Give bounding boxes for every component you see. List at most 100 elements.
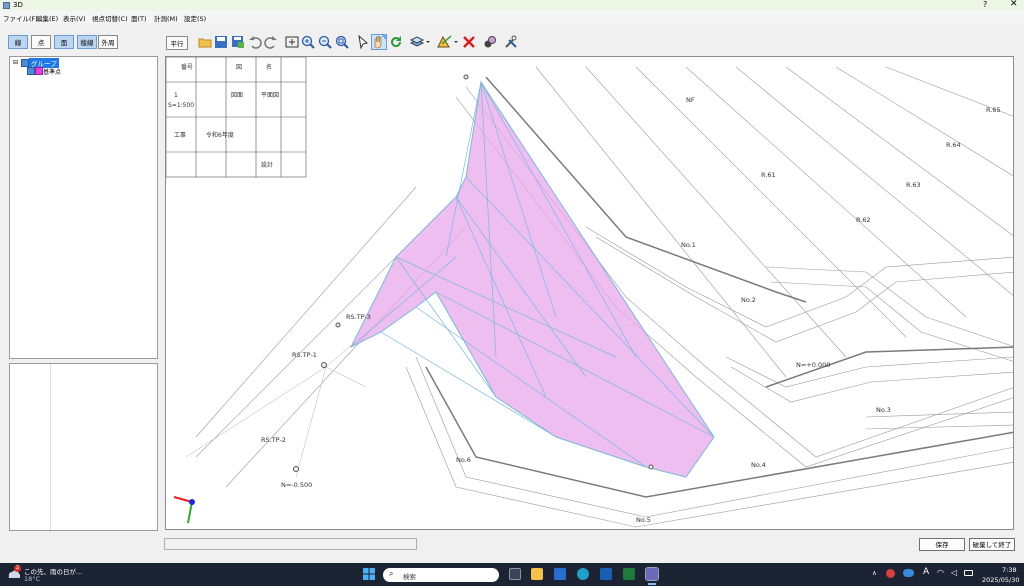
layers-icon[interactable] [409,35,431,49]
base-point-checkbox[interactable] [27,67,35,75]
parallel-view-button[interactable]: 平行 [166,36,188,50]
start-icon[interactable] [363,568,375,580]
help-button[interactable]: ? [983,0,987,9]
pan-hand-icon[interactable] [371,34,387,50]
drawing-label: No.2 [741,296,756,304]
search-placeholder: 検索 [403,573,416,581]
close-button[interactable]: ✕ [1010,0,1018,9]
onedrive-icon[interactable] [903,569,914,577]
drawing-label: N=+0.000 [796,361,830,369]
group-checkbox[interactable] [21,59,29,67]
file-explorer-icon[interactable] [531,568,543,580]
drawing-label: NF [686,96,695,104]
menu-bar: ファイル(F) 編集(E) 表示(V) 視点切替(C) 面(T) 計測(M) 設… [0,11,1024,23]
title-block-cell: 令和6年度 [206,131,234,139]
search-icon: ⌕ [389,569,394,578]
volume-icon[interactable]: ◁ [951,568,957,577]
drawing-label: RS.TP-3 [346,313,371,321]
drawing-label: No.4 [751,461,766,469]
select-cursor-icon[interactable] [356,35,370,49]
clock-date[interactable]: 2025/05/30 [982,576,1019,584]
render-icon[interactable] [483,35,497,49]
axis-triad [173,496,195,524]
save-icon[interactable] [214,35,228,49]
layer-color-swatch [35,67,43,75]
mode-line-button[interactable]: 線 [8,35,28,49]
task-view-icon[interactable] [509,568,521,580]
title-block-cell: 工事 [174,131,186,139]
menu-edit[interactable]: 編集(E) [36,13,58,23]
menu-viewpoint[interactable]: 視点切替(C) [92,13,128,23]
menu-surface[interactable]: 面(T) [131,13,147,23]
mode-point-button[interactable]: 点 [31,35,51,49]
cad-drawing[interactable]: 番号 図 名 1 S=1:500 図面 平面図 工事 令和6年度 設計 RS.T… [166,57,1014,530]
drawing-label: No.3 [876,406,891,414]
battery-icon[interactable] [964,570,973,576]
tree-expander-icon[interactable]: ⊟ [13,59,18,66]
active-app-indicator [648,583,656,585]
excel-icon[interactable] [623,568,635,580]
drawing-label: R.62 [856,216,871,224]
store-icon[interactable] [554,568,566,580]
clock-time[interactable]: 7:38 [1002,566,1017,574]
menu-file[interactable]: ファイル(F) [3,13,38,23]
title-block-cell: 設計 [261,161,273,169]
title-block-cell: 名 [266,63,272,71]
tree-base-point-label[interactable]: 基準点 [43,67,61,76]
tray-chevron-icon[interactable]: ∧ [872,569,877,577]
drawing-label: N=-0.500 [281,481,312,489]
title-block-cell: 図面 [231,92,243,99]
wifi-icon[interactable]: ◠ [937,568,944,577]
title-block-cell: 1 [174,92,178,99]
menu-settings[interactable]: 設定(S) [184,13,206,23]
zoom-in-icon[interactable] [301,35,315,49]
temperature-text: 18°C [24,575,41,583]
title-block-cell: S=1:500 [168,102,194,109]
title-block-cell: 平面図 [261,92,279,99]
mode-ridge-button[interactable]: 稜線 [77,35,97,49]
menu-view[interactable]: 表示(V) [63,13,86,23]
title-block-cell: 図 [236,64,242,71]
mode-outline-button[interactable]: 外周 [98,35,118,49]
app-icon [3,2,10,9]
title-bar: 3D ? ✕ [0,0,1024,11]
active-app-icon[interactable] [645,567,659,581]
taskbar-search[interactable]: ⌕ 検索 [383,568,499,582]
title-block-text: 番号 図 名 1 S=1:500 図面 平面図 工事 令和6年度 設計 [168,63,279,169]
property-panel [9,363,158,531]
discard-exit-button[interactable]: 破棄して終了 [969,538,1015,551]
weather-badge: 2 [14,565,21,572]
redo-icon[interactable] [264,35,278,49]
drawing-label: No.1 [681,241,696,249]
save-as-icon[interactable] [231,35,245,49]
triangulated-surface[interactable] [349,80,715,478]
delete-icon[interactable] [462,35,476,49]
edge-icon[interactable] [577,568,589,580]
drawing-label: RS.TP-2 [261,436,286,444]
layer-tree-panel: ⊟ グループ 基準点 [9,56,158,359]
drawing-label: RS.TP-1 [292,351,317,359]
ime-indicator[interactable]: A [923,567,929,577]
panel-divider [50,364,51,530]
outlook-icon[interactable] [600,568,612,580]
fit-view-icon[interactable] [285,35,299,49]
settings-tools-icon[interactable] [504,35,518,49]
menu-measure[interactable]: 計測(M) [154,13,178,23]
drawing-label: No.5 [636,516,651,524]
tray-app-icon[interactable] [886,569,895,578]
window-title: 3D [13,1,23,9]
open-folder-icon[interactable] [198,35,212,49]
taskbar: 2 この先、雨の日が... 18°C ⌕ 検索 ∧ A ◠ ◁ 7:38 202… [0,563,1024,586]
status-field [164,538,417,550]
drawing-label: R.65 [986,106,1001,114]
drawing-label: R.61 [761,171,776,179]
zoom-window-icon[interactable] [335,35,349,49]
mode-surface-button[interactable]: 面 [54,35,74,49]
drawing-canvas[interactable]: 番号 図 名 1 S=1:500 図面 平面図 工事 令和6年度 設計 RS.T… [165,56,1014,530]
surface-edit-icon[interactable] [437,35,459,49]
undo-icon[interactable] [248,35,262,49]
drawing-label: R.64 [946,141,961,149]
zoom-out-icon[interactable] [318,35,332,49]
save-button[interactable]: 保存 [919,538,965,551]
refresh-icon[interactable] [389,35,403,49]
